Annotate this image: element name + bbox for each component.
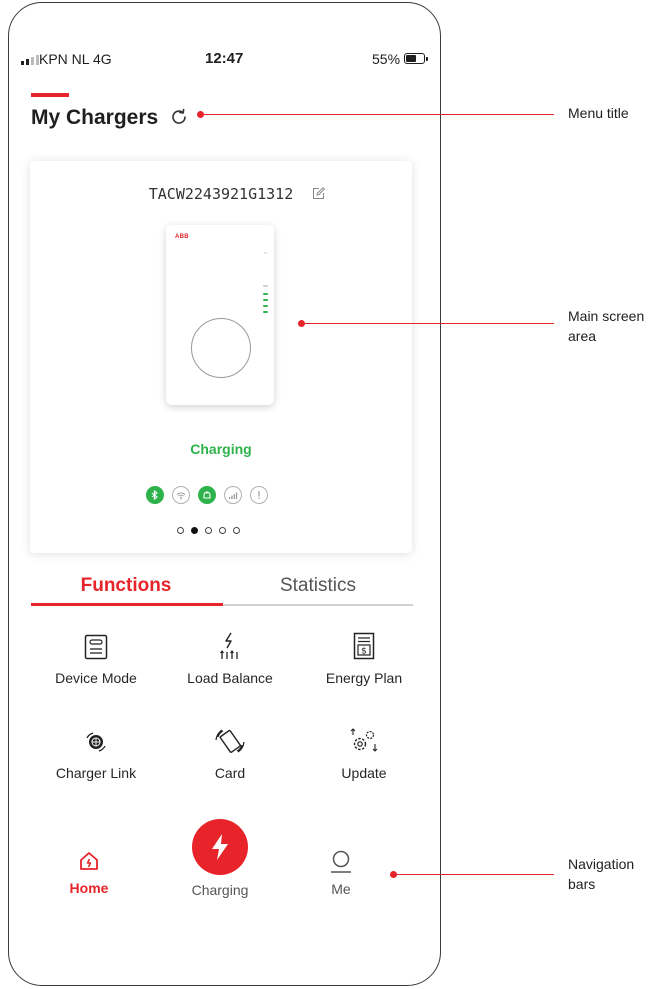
function-label: Card [214, 765, 246, 781]
function-energy-plan[interactable]: $ Energy Plan [299, 620, 429, 686]
cellular-icon [224, 486, 242, 504]
function-card[interactable]: Card [165, 715, 295, 781]
page-title: My Chargers [31, 106, 159, 129]
charger-card[interactable]: TACW2243921G1312 ABB ▪▪ Charging [30, 161, 412, 553]
function-label: Update [341, 765, 387, 781]
card-icon [165, 715, 295, 755]
callout-main-screen: Main screen area [568, 306, 644, 346]
charger-device-image: ABB ▪▪ [166, 225, 274, 405]
nav-me-label: Me [331, 881, 351, 897]
callout-menu-title: Menu title [568, 105, 629, 121]
active-tab-indicator [31, 603, 223, 606]
nav-charging-button[interactable] [192, 819, 248, 875]
function-label: Energy Plan [325, 670, 403, 686]
battery-percent: 55% [372, 51, 401, 67]
carrier-label: KPN NL 4G [39, 51, 112, 67]
charging-status: Charging [190, 441, 252, 457]
nav-charging-label[interactable]: Charging [175, 882, 265, 898]
battery-icon [404, 53, 428, 64]
alert-icon [250, 486, 268, 504]
function-label: Device Mode [55, 670, 137, 686]
phone-frame: KPN NL 4G 12:47 55% My Chargers TACW2243… [8, 2, 441, 986]
callout-line-main-screen [302, 323, 554, 325]
nav-me[interactable]: Me [311, 850, 371, 897]
function-label: Charger Link [55, 765, 137, 781]
function-update[interactable]: Update [299, 715, 429, 781]
charger-id: TACW2243921G1312 [148, 185, 294, 203]
callout-line-menu-title [201, 114, 554, 116]
function-charger-link[interactable]: Charger Link [31, 715, 161, 781]
function-device-mode[interactable]: Device Mode [31, 620, 161, 686]
tab-statistics[interactable]: Statistics [223, 575, 413, 597]
callout-main-screen-line1: Main screen [568, 308, 645, 324]
bluetooth-icon [146, 486, 164, 504]
device-rfid-ring [191, 318, 251, 378]
pager-dot[interactable] [205, 527, 212, 534]
load-balance-icon [165, 620, 295, 660]
carousel-pager[interactable] [177, 527, 240, 534]
tab-functions[interactable]: Functions [31, 575, 221, 597]
callout-main-screen-line2: area [568, 328, 597, 344]
svg-text:$: $ [361, 647, 367, 657]
device-led [263, 299, 268, 301]
callout-navigation: Navigation bars [568, 854, 634, 894]
pager-dot[interactable] [177, 527, 184, 534]
pager-dot[interactable] [219, 527, 226, 534]
title-accent-bar [31, 93, 69, 97]
signal-icon [21, 53, 39, 65]
pager-dot[interactable] [233, 527, 240, 534]
home-icon [80, 852, 98, 870]
device-mode-icon [31, 620, 161, 660]
device-marking: ▪▪ [264, 250, 267, 255]
clock: 12:47 [205, 50, 244, 67]
energy-plan-icon: $ [299, 620, 429, 660]
edit-icon[interactable] [312, 187, 326, 205]
function-load-balance[interactable]: Load Balance [165, 620, 295, 686]
device-led [263, 293, 268, 295]
lightning-icon [212, 834, 228, 860]
charger-link-icon [31, 715, 161, 755]
device-led [263, 305, 268, 307]
callout-line-navigation [394, 874, 554, 876]
user-icon [331, 850, 351, 873]
update-icon [299, 715, 429, 755]
device-led [263, 311, 268, 313]
refresh-icon[interactable] [169, 107, 189, 132]
wifi-icon [172, 486, 190, 504]
nav-home-label: Home [69, 880, 109, 896]
device-led [263, 285, 268, 287]
pager-dot-active[interactable] [191, 527, 198, 534]
device-brand-logo: ABB [175, 234, 189, 240]
callout-navigation-line1: Navigation [568, 856, 635, 872]
callout-navigation-line2: bars [568, 876, 596, 892]
cloud-icon [198, 486, 216, 504]
function-label: Load Balance [187, 670, 273, 686]
nav-home[interactable]: Home [59, 851, 119, 896]
connection-indicators [146, 486, 268, 504]
